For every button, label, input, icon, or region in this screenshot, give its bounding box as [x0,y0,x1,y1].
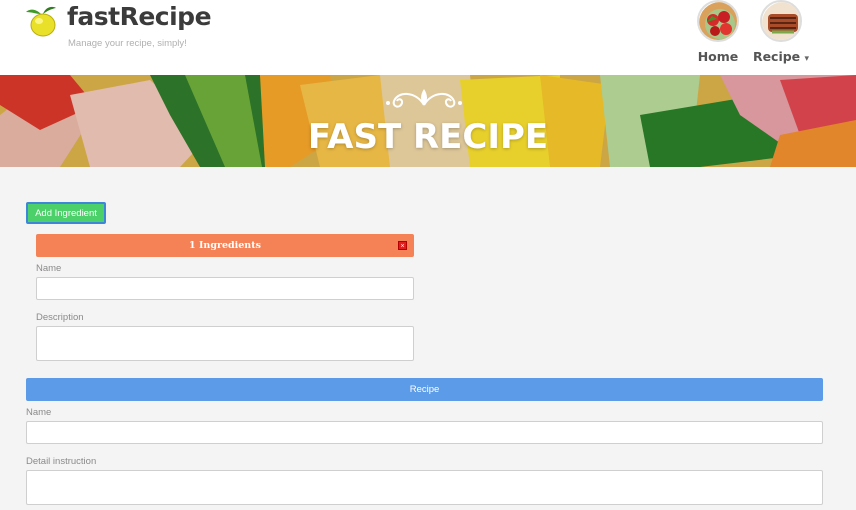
ingredient-description-textarea[interactable] [36,326,414,361]
brand-tagline: Manage your recipe, simply! [68,38,187,49]
nav-recipe-text[interactable]: Recipe [753,49,800,64]
add-ingredient-button[interactable]: Add Ingredient [26,202,106,224]
chevron-down-icon[interactable]: ▾ [805,54,810,64]
ingredient-description-label: Description [36,312,84,323]
recipe-name-input[interactable] [26,421,823,444]
recipe-detail-label: Detail instruction [26,456,97,467]
brand-title[interactable]: fastRecipe [67,2,212,31]
main-content: Add Ingredient 1 Ingredients × Name Desc… [0,167,856,510]
ingredient-name-input[interactable] [36,277,414,300]
banner-title: FAST RECIPE [307,117,549,157]
nav-home[interactable]: Home [688,0,748,64]
ingredient-panel-title: 1 Ingredients [189,240,261,251]
recipe-name-label: Name [26,407,52,418]
close-icon[interactable]: × [398,241,407,250]
site-header: fastRecipe Manage your recipe, simply! H… [0,0,856,75]
nav-recipe[interactable]: Recipe ▾ [751,0,811,64]
grilled-meat-icon[interactable] [760,0,802,42]
hero-banner: FAST RECIPE [0,75,856,167]
nav-home-label[interactable]: Home [688,49,748,64]
recipe-panel-header: Recipe [26,378,823,401]
ingredient-name-label: Name [36,263,62,274]
flourish-ornament-icon [386,89,462,108]
recipe-detail-textarea[interactable] [26,470,823,505]
nav-recipe-label[interactable]: Recipe ▾ [751,49,811,64]
lemon-icon[interactable] [24,4,60,38]
ingredient-panel-header: 1 Ingredients × [36,234,414,257]
strawberry-bowl-icon[interactable] [697,0,739,42]
